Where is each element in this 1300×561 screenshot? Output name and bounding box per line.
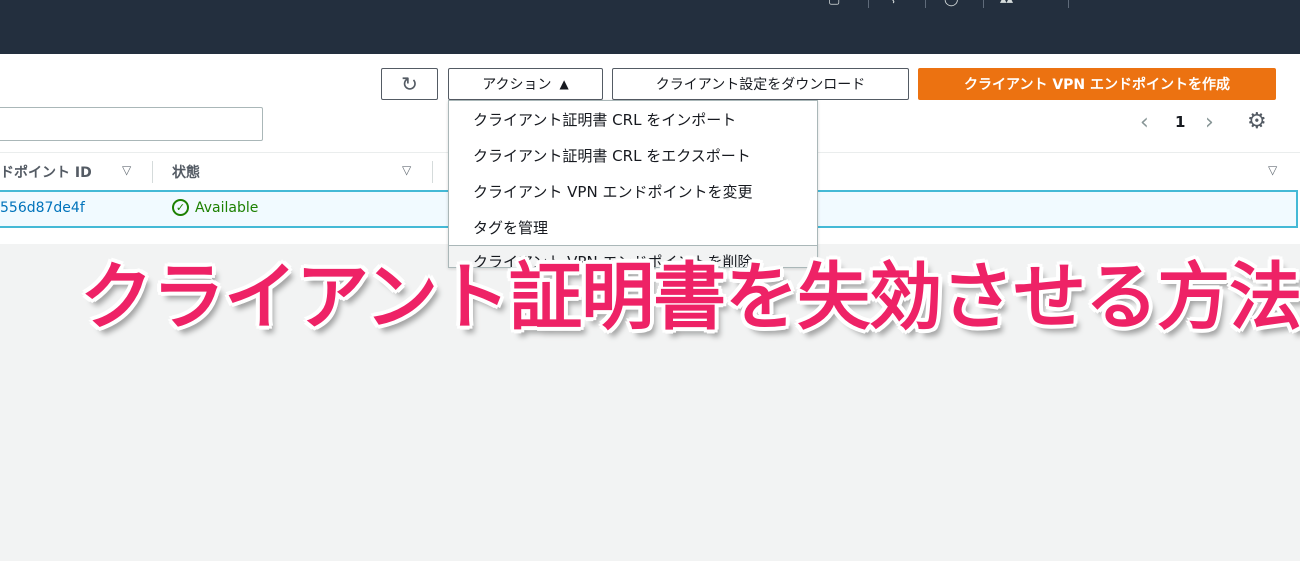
refresh-icon: ↻	[401, 72, 418, 96]
nav-separator	[983, 0, 984, 8]
status-text: Available	[195, 199, 259, 216]
menu-item-import-crl[interactable]: クライアント証明書 CRL をインポート	[473, 109, 736, 130]
gear-icon[interactable]: ⚙	[1247, 109, 1267, 135]
sort-icon[interactable]: ▽	[122, 163, 131, 177]
bell-icon[interactable]: ⌇	[890, 0, 896, 6]
nav-separator	[868, 0, 869, 8]
sort-icon[interactable]: ▽	[1268, 163, 1277, 177]
menu-item-modify-endpoint[interactable]: クライアント VPN エンドポイントを変更	[473, 181, 752, 202]
status-cell: ✓ Available	[172, 199, 258, 216]
notifications-icon[interactable]: ▢	[828, 0, 840, 6]
help-icon[interactable]: ◯	[944, 0, 959, 6]
column-header-endpoint-id[interactable]: ドポイント ID	[0, 162, 92, 182]
refresh-button[interactable]: ↻	[381, 68, 438, 100]
account-menu-icon[interactable]: ▴▴	[1000, 0, 1013, 6]
download-client-config-button[interactable]: クライアント設定をダウンロード	[612, 68, 909, 100]
actions-button[interactable]: アクション ▲	[448, 68, 603, 100]
nav-separator	[1068, 0, 1069, 8]
actions-label: アクション	[482, 77, 552, 93]
column-separator	[152, 161, 153, 183]
actions-dropdown-menu: クライアント証明書 CRL をインポート クライアント証明書 CRL をエクスポ…	[448, 100, 818, 268]
create-client-vpn-endpoint-button[interactable]: クライアント VPN エンドポイントを作成	[918, 68, 1276, 100]
nav-separator	[925, 0, 926, 8]
column-separator	[432, 161, 433, 183]
chevron-right-icon[interactable]: ›	[1205, 110, 1214, 136]
menu-item-manage-tags[interactable]: タグを管理	[473, 217, 548, 238]
region-menu[interactable]: ˚˚˚˚˚˚˚˚˚˚˚˚	[1085, 0, 1290, 5]
filter-input[interactable]	[0, 107, 263, 141]
sort-icon[interactable]: ▽	[402, 163, 411, 177]
menu-item-export-crl[interactable]: クライアント証明書 CRL をエクスポート	[473, 145, 751, 166]
caret-up-icon: ▲	[559, 77, 569, 91]
endpoint-id-link[interactable]: 556d87de4f	[0, 200, 85, 216]
current-page-number[interactable]: 1	[1175, 113, 1185, 131]
check-circle-icon: ✓	[172, 199, 189, 216]
top-navigation-bar: ▢ ⌇ ◯ ▴▴ ˚˚˚˚˚˚˚˚˚˚˚˚	[0, 0, 1300, 54]
column-header-status[interactable]: 状態	[172, 162, 200, 182]
page-title-overlay: クライアント証明書を失効させる方法	[80, 255, 1300, 340]
chevron-left-icon[interactable]: ‹	[1140, 110, 1149, 136]
